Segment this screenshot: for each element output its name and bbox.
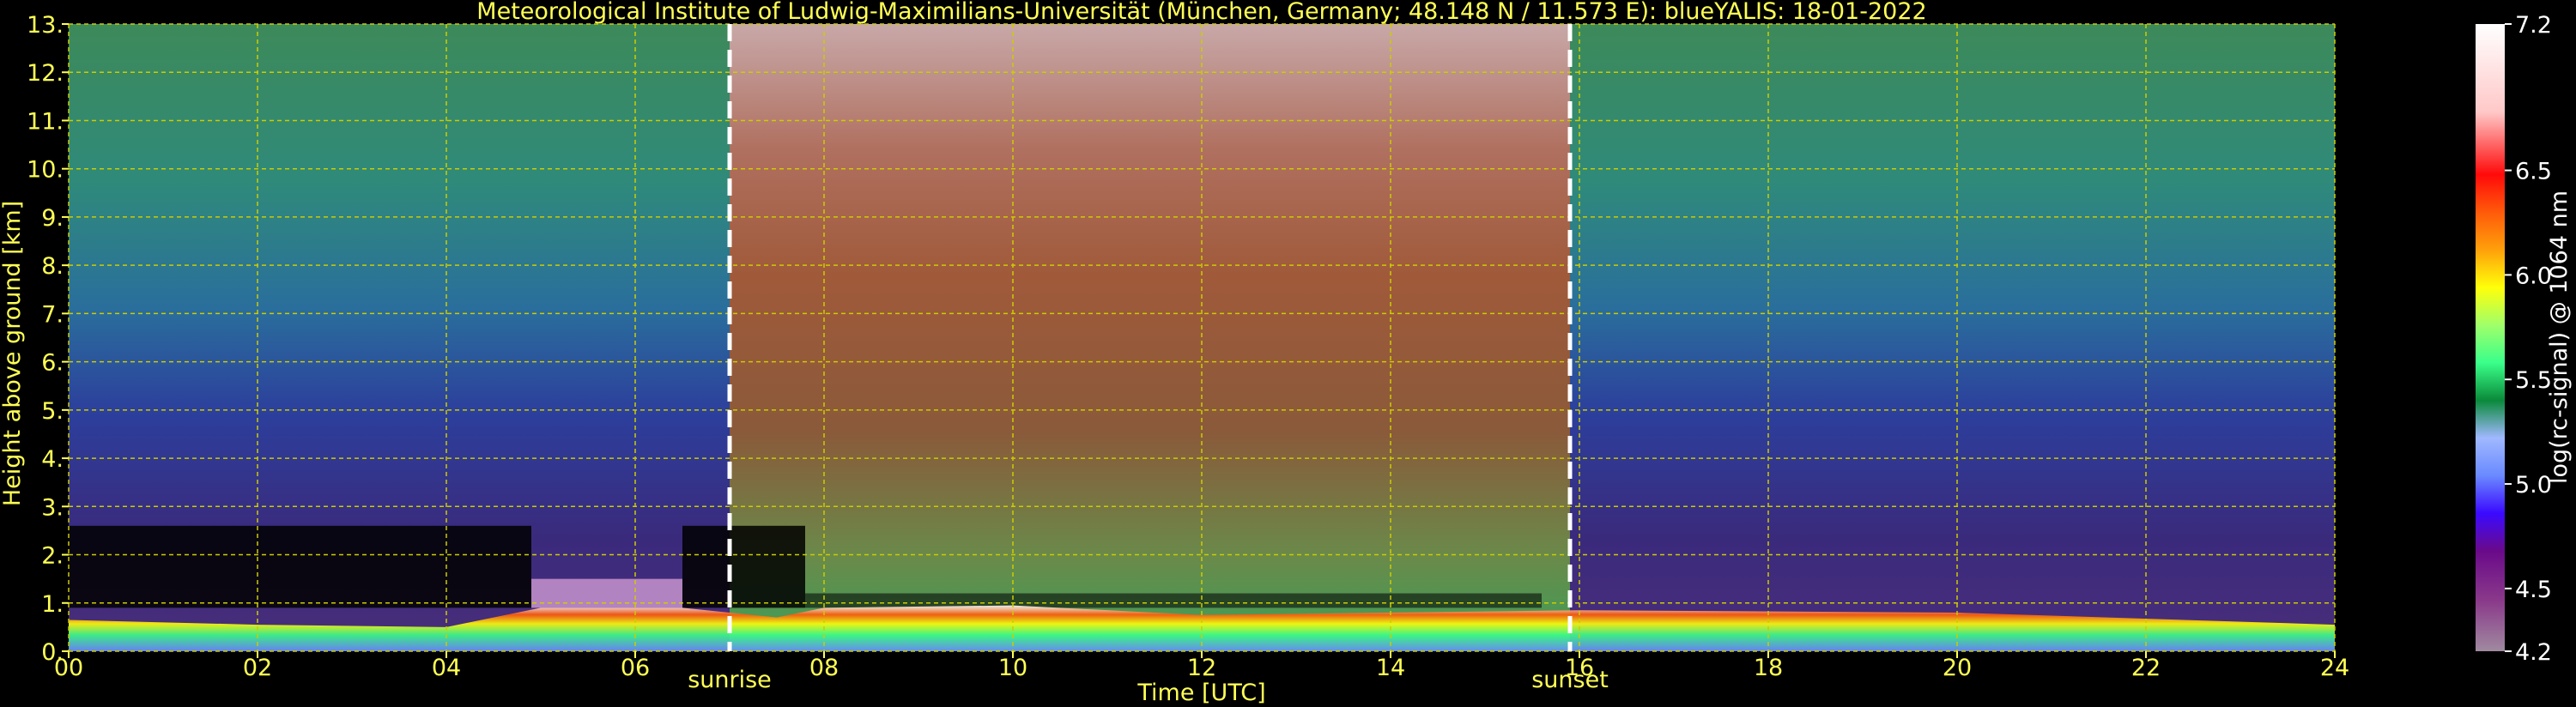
y-axis-label: Height above ground [km] — [0, 201, 26, 506]
x-tick-label: 14 — [1376, 655, 1405, 681]
y-tick-label: 13. — [27, 12, 64, 39]
colorbar: 4.24.55.05.56.06.57.2 log(rc-signal) @ 1… — [2476, 12, 2573, 666]
x-tick-label: 08 — [809, 655, 839, 681]
x-tick-label: 16 — [1565, 655, 1594, 681]
x-tick-label: 22 — [2131, 655, 2161, 681]
colorbar-tick-label: 7.2 — [2515, 12, 2552, 39]
x-tick-label: 06 — [621, 655, 650, 681]
y-tick-label: 8. — [41, 253, 64, 280]
sunrise-label: sunrise — [688, 667, 772, 693]
x-tick-label: 12 — [1187, 655, 1216, 681]
y-tick-label: 12. — [27, 60, 64, 87]
colorbar-tick-label: 4.5 — [2515, 577, 2552, 603]
chart-title: Meteorological Institute of Ludwig-Maxim… — [476, 0, 1926, 25]
y-tick-label: 1. — [41, 591, 64, 618]
x-tick-label: 02 — [243, 655, 272, 681]
low-signal-band — [682, 525, 805, 608]
x-axis: 00 02 04 06 08 10 12 14 16 18 20 22 24 — [54, 651, 2349, 681]
low-signal-band — [805, 593, 1542, 608]
colorbar-label: log(rc-signal) @ 1064 nm — [2546, 190, 2573, 484]
low-signal-band — [69, 525, 531, 608]
colorbar-scale — [2476, 24, 2505, 651]
y-tick-label: 2. — [41, 543, 64, 570]
x-tick-label: 24 — [2320, 655, 2349, 681]
colorbar-ticks: 4.24.55.05.56.06.57.2 — [2505, 12, 2552, 666]
y-tick-label: 11. — [27, 108, 64, 135]
x-tick-label: 20 — [1943, 655, 1972, 681]
y-tick-label: 3. — [41, 494, 64, 521]
colorbar-tick-label: 6.5 — [2515, 159, 2552, 185]
y-tick-label: 4. — [41, 446, 64, 473]
y-tick-label: 9. — [41, 205, 64, 232]
colorbar-tick-label: 4.2 — [2515, 639, 2552, 666]
x-tick-label: 04 — [432, 655, 461, 681]
x-tick-label: 10 — [998, 655, 1027, 681]
y-tick-label: 0. — [41, 639, 64, 666]
y-tick-label: 5. — [41, 398, 64, 425]
x-tick-label: 18 — [1754, 655, 1783, 681]
lidar-chart: Meteorological Institute of Ludwig-Maxim… — [0, 0, 2573, 706]
x-axis-label: Time [UTC] — [1136, 680, 1265, 706]
daylight-background — [730, 24, 1570, 651]
y-tick-label: 10. — [27, 157, 64, 184]
y-tick-label: 6. — [41, 350, 64, 377]
y-tick-label: 7. — [41, 301, 64, 328]
y-axis: 0. 1. 2. 3. 4. 5. 6. 7. 8. 9. 10. 11. 12. 13. — [27, 12, 69, 666]
